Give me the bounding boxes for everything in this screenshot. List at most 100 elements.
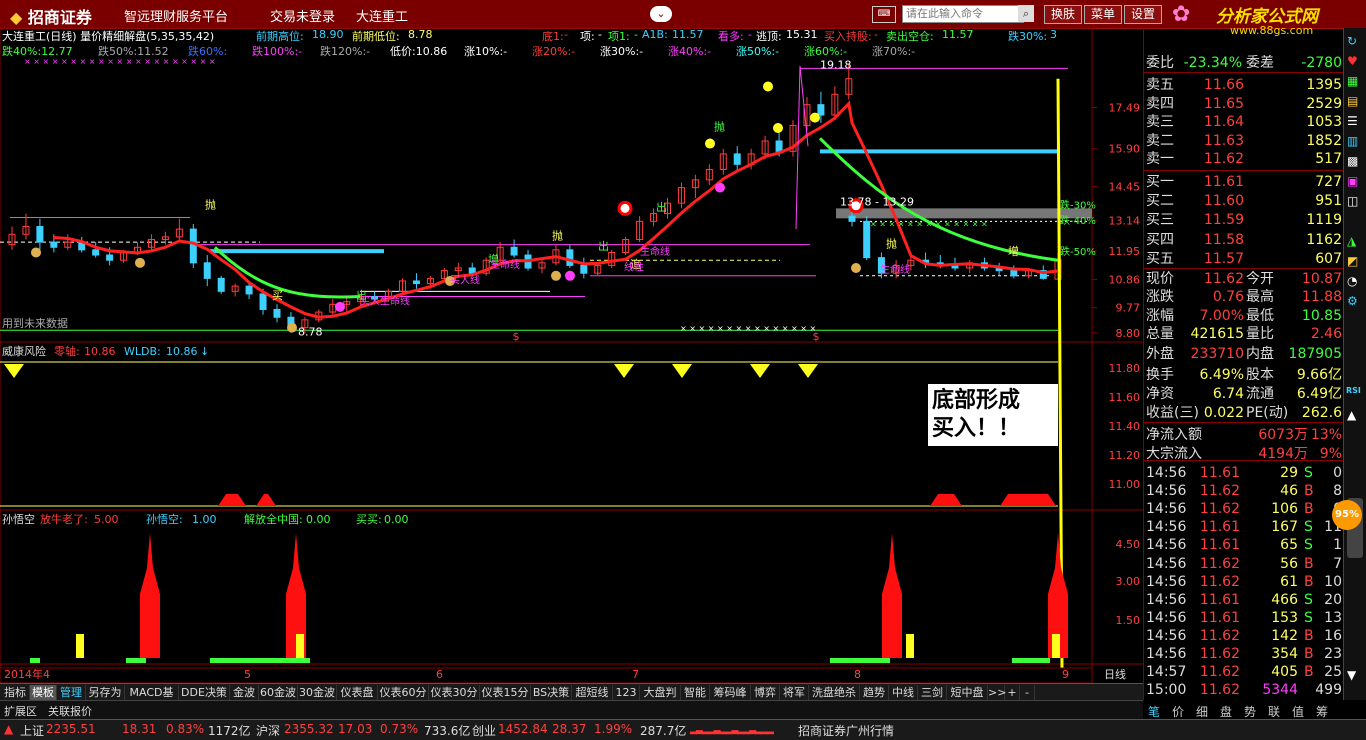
- stat-value: 11.88: [1301, 289, 1342, 305]
- ask-label: 卖二: [1146, 132, 1174, 149]
- indicator-tab[interactable]: 仪表30分: [429, 685, 480, 700]
- indicator-tab[interactable]: 超短线: [572, 685, 613, 700]
- panel2-title: 威康风险: [2, 344, 46, 358]
- layout-icon[interactable]: ◫: [1347, 194, 1363, 208]
- bid-row: 买三 11.59 1119: [1146, 211, 1342, 229]
- indicator-tab[interactable]: +: [1005, 685, 1020, 700]
- trend-icon[interactable]: ◮: [1347, 234, 1363, 248]
- panel3-label: 放牛老了:: [40, 512, 88, 526]
- index-cy-label[interactable]: 创业: [472, 722, 496, 739]
- indicator-tab[interactable]: 短中盘: [947, 685, 988, 700]
- panel3-label: 买买:: [356, 513, 382, 526]
- command-input[interactable]: 请在此输入命令: [902, 5, 1024, 23]
- stat-label: 现价: [1146, 271, 1174, 287]
- indicator-tab[interactable]: 仪表盘: [337, 685, 378, 700]
- indicator-tab[interactable]: 筹码峰: [710, 685, 751, 700]
- related-quote-tab[interactable]: 关联报价: [48, 703, 92, 719]
- f10-icon[interactable]: ▤: [1347, 94, 1363, 108]
- quote-tab[interactable]: 筹: [1316, 703, 1328, 720]
- indicator-tab[interactable]: BS决策: [531, 685, 572, 700]
- indicator-tab[interactable]: 金波: [230, 685, 259, 700]
- indicator-tab[interactable]: 将军: [780, 685, 809, 700]
- stat-label: 换手: [1146, 367, 1174, 383]
- window-icon[interactable]: ▣: [1347, 174, 1363, 188]
- stat-value: 6.49亿: [1296, 386, 1342, 402]
- indicator-tab[interactable]: 模板: [30, 685, 57, 700]
- search-icon[interactable]: ⌕: [1018, 5, 1034, 22]
- indicator-tab[interactable]: 指标: [1, 685, 30, 700]
- candle-body: [848, 215, 856, 222]
- indicator-tab[interactable]: 30金波: [298, 685, 337, 700]
- bid-row: 买五 11.57 607: [1146, 250, 1342, 268]
- quote-tab[interactable]: 笔: [1148, 703, 1160, 720]
- quote-tab[interactable]: 值: [1292, 703, 1304, 720]
- y-tick-label: 13.14: [1109, 214, 1141, 227]
- indicator-tab[interactable]: 123: [613, 685, 640, 700]
- tick-time: 14:56: [1146, 537, 1187, 554]
- signal-strip: [210, 658, 310, 663]
- quote-tab[interactable]: 势: [1244, 703, 1256, 720]
- table-icon[interactable]: ▩: [1347, 154, 1363, 168]
- box-icon[interactable]: ◩: [1347, 254, 1363, 268]
- indicator-tab[interactable]: 三剑: [918, 685, 947, 700]
- pie-icon[interactable]: ◔: [1347, 274, 1363, 288]
- refresh-icon[interactable]: ↻: [1347, 34, 1363, 48]
- indicator-tab[interactable]: >>: [988, 685, 1006, 700]
- index-sh-label[interactable]: 上证: [20, 722, 44, 739]
- quote-tab[interactable]: 联: [1268, 703, 1280, 720]
- indicator-tab[interactable]: 仪表60分: [378, 685, 429, 700]
- indicator-tab[interactable]: -: [1020, 685, 1035, 700]
- indicator-tab[interactable]: DDE决策: [179, 685, 230, 700]
- index-hs-label[interactable]: 沪深: [256, 722, 280, 739]
- switch-skin-button[interactable]: 换肤: [1044, 5, 1082, 24]
- scroll-down-icon[interactable]: ▼: [1347, 668, 1363, 682]
- heart-icon[interactable]: ♥: [1347, 54, 1363, 68]
- indicator-tab[interactable]: MACD基本: [125, 685, 179, 714]
- flower-logo-icon: ✿: [1172, 2, 1191, 27]
- indicator-tab[interactable]: 另存为: [86, 685, 125, 700]
- signal-dot: [715, 182, 725, 193]
- current-stock-name: 大连重工: [356, 10, 409, 25]
- indicator-tab[interactable]: 中线: [889, 685, 918, 700]
- indicator-tab[interactable]: 智能: [681, 685, 710, 700]
- settings-button[interactable]: 设置: [1124, 5, 1162, 24]
- stat-value: 421615: [1190, 326, 1244, 342]
- indicator-tab[interactable]: 博弈: [751, 685, 780, 700]
- scroll-up-icon[interactable]: ▲: [1347, 408, 1363, 422]
- bid-label: 买三: [1146, 212, 1174, 229]
- chart-icon[interactable]: ▥: [1347, 134, 1363, 148]
- bid-price: 11.58: [1203, 231, 1244, 248]
- login-status[interactable]: 交易未登录: [270, 6, 335, 25]
- tick-row: 14:56 11.61 167 S 11: [1146, 518, 1342, 536]
- x-marker-row: × × × × × × × × × × × × × × × × × × × × …: [24, 57, 216, 66]
- grid-icon[interactable]: ▦: [1347, 74, 1363, 88]
- settings-small-icon[interactable]: ⚙: [1347, 294, 1363, 308]
- tick-row: 14:56 11.62 354 B 23: [1146, 645, 1342, 663]
- money-bag-icon: [135, 257, 145, 268]
- chart-area[interactable]: 大连重工(日线) 量价精细解盘(5,35,35,42) 前期高位: 18.90 …: [0, 28, 1143, 683]
- annot-low: 8.78: [298, 325, 323, 338]
- signal-triangle: [614, 364, 634, 378]
- quote-tab[interactable]: 价: [1172, 703, 1184, 720]
- quote-tab[interactable]: 细: [1196, 703, 1208, 720]
- marker-tag: 增: [1008, 244, 1019, 258]
- indicator-tab[interactable]: 管理: [57, 685, 86, 700]
- indicator-tab[interactable]: 洗盘绝杀: [809, 685, 860, 700]
- score-badge[interactable]: 95%: [1332, 500, 1362, 530]
- expand-area-tab[interactable]: 扩展区: [4, 703, 37, 719]
- stat-row: 换手 6.49% 股本 9.66亿: [1146, 366, 1342, 384]
- indicator-tab[interactable]: 大盘判断: [640, 685, 681, 714]
- indicator-tab[interactable]: 趋势: [860, 685, 889, 700]
- chevron-down-icon[interactable]: ⌄: [650, 6, 672, 22]
- keyboard-icon[interactable]: ⌨: [872, 6, 896, 23]
- signal-triangle: [4, 364, 24, 378]
- quote-tab[interactable]: 盘: [1220, 703, 1232, 720]
- rsi-icon[interactable]: RSI: [1346, 386, 1364, 400]
- menu-button[interactable]: 菜单: [1084, 5, 1122, 24]
- tick-time: 14:56: [1146, 591, 1187, 608]
- tick-row: 14:56 11.62 56 B 7: [1146, 555, 1342, 573]
- indicator-tab[interactable]: 仪表15分: [480, 685, 531, 700]
- indicator-tab[interactable]: 60金波: [259, 685, 298, 700]
- ask-row: 卖三 11.64 1053: [1146, 113, 1342, 131]
- list-icon[interactable]: ☰: [1347, 114, 1363, 128]
